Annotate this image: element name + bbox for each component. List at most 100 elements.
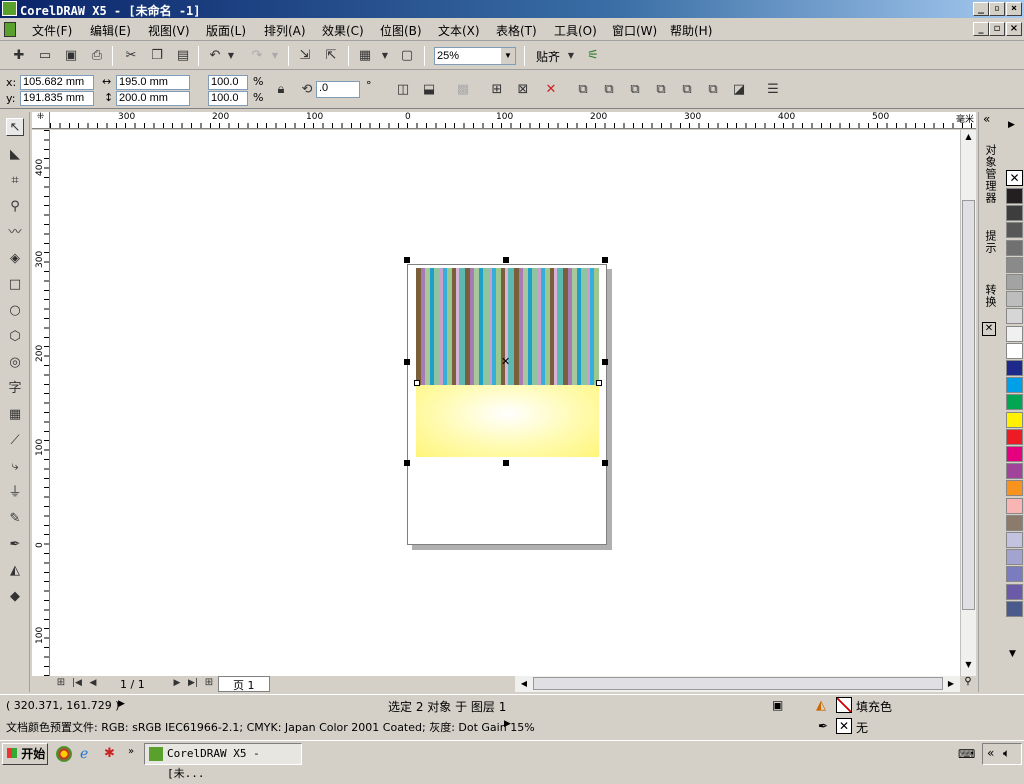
outline-tool-icon[interactable]: ✒ — [6, 536, 24, 554]
scroll-thumb[interactable] — [962, 200, 975, 610]
docker-tab-transform[interactable]: 转换 — [982, 284, 998, 308]
prev-page-icon[interactable]: ◀ — [84, 674, 102, 692]
task-button-coreldraw[interactable]: CorelDRAW X5 - [未... — [144, 743, 302, 780]
vertical-ruler[interactable]: 400 300 200 100 0 100 — [32, 130, 50, 676]
color-swatch[interactable] — [1006, 514, 1023, 531]
horizontal-scrollbar[interactable]: ◀ ▶ — [515, 676, 960, 692]
front-minus-back-icon[interactable]: ⧉ — [678, 81, 696, 99]
simplify-icon[interactable]: ⧉ — [652, 81, 670, 99]
menu-text[interactable]: 文本(X) — [438, 22, 480, 39]
color-swatch[interactable] — [1006, 222, 1023, 239]
color-swatch[interactable] — [1006, 566, 1023, 583]
quicklaunch-more-icon[interactable]: » — [128, 746, 134, 757]
menu-bitmaps[interactable]: 位图(B) — [380, 22, 422, 39]
quicklaunch-ie-icon[interactable]: ℯ — [80, 746, 88, 762]
freehand-tool-icon[interactable]: 〰 — [6, 224, 24, 242]
x-position-field[interactable]: 105.682 mm — [20, 75, 94, 90]
new-icon[interactable]: ✚ — [10, 47, 28, 65]
ellipse-tool-icon[interactable]: ○ — [6, 302, 24, 320]
print-icon[interactable]: ⎙ — [88, 47, 106, 65]
color-swatch[interactable] — [1006, 497, 1023, 514]
shape-tool-icon[interactable]: ◣ — [6, 146, 24, 164]
y-position-field[interactable]: 191.835 mm — [20, 91, 94, 106]
color-swatch[interactable] — [1006, 583, 1023, 600]
import-icon[interactable]: ⇲ — [296, 47, 314, 65]
undo-icon[interactable]: ↶ — [206, 47, 224, 65]
weld-icon[interactable]: ⧉ — [574, 81, 592, 99]
menu-effects[interactable]: 效果(C) — [322, 22, 364, 39]
color-swatch[interactable] — [1006, 394, 1023, 411]
width-field[interactable]: 195.0 mm — [116, 75, 190, 90]
color-swatch[interactable] — [1006, 239, 1023, 256]
dimension-tool-icon[interactable]: ⟋ — [6, 432, 24, 450]
interactive-fill-tool-icon[interactable]: ◆ — [6, 588, 24, 606]
fill-tool-icon[interactable]: ◭ — [6, 562, 24, 580]
rectangle-tool-icon[interactable]: □ — [6, 276, 24, 294]
menu-arrange[interactable]: 排列(A) — [264, 22, 306, 39]
smart-fill-tool-icon[interactable]: ◈ — [6, 250, 24, 268]
close-button[interactable]: × — [1006, 2, 1022, 16]
selection-handle[interactable] — [503, 460, 509, 466]
collapse-docker-icon[interactable]: « — [983, 112, 990, 126]
options-icon[interactable]: ⚟ — [584, 47, 602, 65]
welcome-screen-icon[interactable]: ▢ — [398, 47, 416, 65]
menu-tools[interactable]: 工具(O) — [554, 22, 597, 39]
redo-dropdown-icon[interactable]: ▼ — [270, 47, 280, 65]
rotation-angle-field[interactable]: .0 — [316, 81, 360, 98]
scroll-right-icon[interactable]: ▶ — [944, 676, 958, 691]
color-swatch[interactable] — [1006, 188, 1023, 204]
menu-view[interactable]: 视图(V) — [148, 22, 190, 39]
snapshot-icon[interactable]: ▣ — [772, 698, 783, 712]
page-tab[interactable]: 页 1 — [218, 676, 270, 692]
table-tool-icon[interactable]: ▦ — [6, 406, 24, 424]
mirror-vertical-icon[interactable]: ⬓ — [420, 81, 438, 99]
menu-edit[interactable]: 编辑(E) — [90, 22, 131, 39]
color-swatch[interactable] — [1006, 205, 1023, 222]
no-color-swatch[interactable]: ✕ — [1006, 170, 1023, 186]
mirror-horizontal-icon[interactable]: ◫ — [394, 81, 412, 99]
cut-icon[interactable]: ✂ — [122, 47, 140, 65]
menu-file[interactable]: 文件(F) — [32, 22, 72, 39]
scroll-left-icon[interactable]: ◀ — [517, 676, 531, 691]
keyboard-icon[interactable]: ⌨ — [958, 747, 975, 761]
start-button[interactable]: 开始 — [2, 743, 48, 765]
close-docker-icon[interactable]: ✕ — [982, 322, 996, 336]
break-apart-icon[interactable]: ⊠ — [514, 81, 532, 99]
menu-help[interactable]: 帮助(H) — [670, 22, 712, 39]
trim-icon[interactable]: ⧉ — [600, 81, 618, 99]
scroll-thumb[interactable] — [533, 677, 943, 690]
connector-tool-icon[interactable]: ⤷ — [6, 458, 24, 476]
scale-width-field[interactable]: 100.0 — [208, 75, 248, 90]
maximize-button[interactable]: ▫ — [989, 2, 1005, 16]
lock-ratio-icon[interactable]: 🔒︎ — [272, 81, 290, 99]
color-swatch[interactable] — [1006, 446, 1023, 462]
profile-expand-icon[interactable]: ▶ — [504, 719, 511, 729]
color-swatch[interactable] — [1006, 549, 1023, 566]
volume-icon[interactable]: 🔈︎ — [1003, 746, 1010, 761]
polygon-tool-icon[interactable]: ⬡ — [6, 328, 24, 346]
color-swatch[interactable] — [1006, 360, 1023, 376]
selection-handle[interactable] — [404, 257, 410, 263]
color-swatch[interactable] — [1006, 274, 1023, 290]
quicklaunch-browser-icon[interactable] — [56, 746, 72, 762]
ruler-corner[interactable]: ⁜ — [32, 112, 50, 129]
menu-window[interactable]: 窗口(W) — [612, 22, 657, 39]
color-swatch[interactable] — [1006, 325, 1023, 342]
intersect-icon[interactable]: ⧉ — [626, 81, 644, 99]
paste-icon[interactable]: ▤ — [174, 47, 192, 65]
eyedropper-tool-icon[interactable]: ✎ — [6, 510, 24, 528]
snap-to-button[interactable]: 贴齐 — [536, 48, 560, 65]
color-swatch[interactable] — [1006, 600, 1023, 617]
save-icon[interactable]: ▣ — [62, 47, 80, 65]
menu-layout[interactable]: 版面(L) — [206, 22, 246, 39]
menu-table[interactable]: 表格(T) — [496, 22, 537, 39]
selection-handle[interactable] — [503, 257, 509, 263]
redo-icon[interactable]: ↷ — [248, 47, 266, 65]
align-distribute-icon[interactable]: ☰ — [764, 81, 782, 99]
blend-tool-icon[interactable]: ⏚ — [6, 484, 24, 502]
combine-icon[interactable]: ⊞ — [488, 81, 506, 99]
copy-icon[interactable]: ❐ — [148, 47, 166, 65]
selection-handle[interactable] — [602, 460, 608, 466]
scroll-down-icon[interactable]: ▼ — [961, 660, 976, 674]
selection-handle[interactable] — [602, 359, 608, 365]
